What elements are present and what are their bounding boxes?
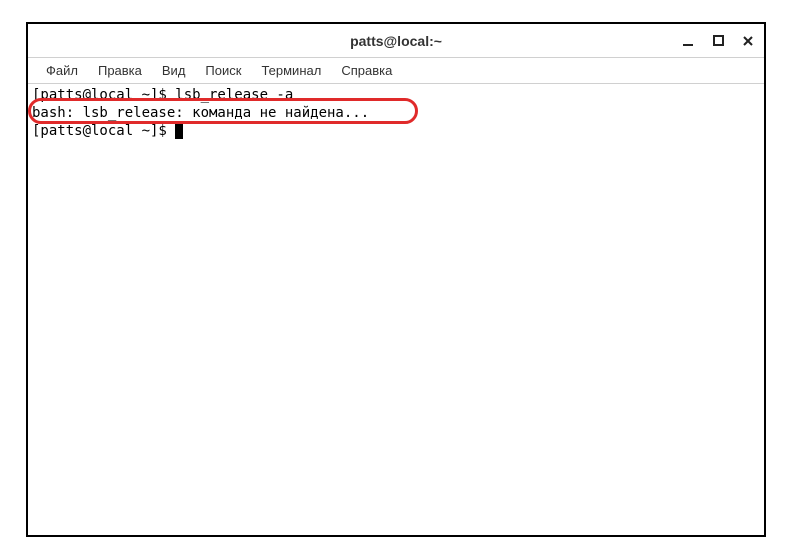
terminal-prompt: [patts@local ~]$ [32,123,175,139]
menu-view[interactable]: Вид [152,59,196,82]
menu-search[interactable]: Поиск [195,59,251,82]
maximize-button[interactable] [708,31,728,51]
terminal-prompt-line: [patts@local ~]$ [32,122,760,140]
window-title: patts@local:~ [350,33,442,49]
window-titlebar: patts@local:~ [28,24,764,58]
terminal-window: patts@local:~ Файл Правка Вид Поиск Терм… [26,22,766,537]
terminal-cursor [175,124,183,139]
terminal-line: [patts@local ~]$ lsb_release -a [32,86,760,104]
menubar: Файл Правка Вид Поиск Терминал Справка [28,58,764,84]
terminal-line: bash: lsb_release: команда не найдена... [32,104,760,122]
menu-help[interactable]: Справка [331,59,402,82]
window-controls [678,31,758,51]
terminal-body[interactable]: [patts@local ~]$ lsb_release -a bash: ls… [28,84,764,535]
menu-edit[interactable]: Правка [88,59,152,82]
minimize-button[interactable] [678,31,698,51]
menu-terminal[interactable]: Терминал [251,59,331,82]
close-button[interactable] [738,31,758,51]
menu-file[interactable]: Файл [36,59,88,82]
